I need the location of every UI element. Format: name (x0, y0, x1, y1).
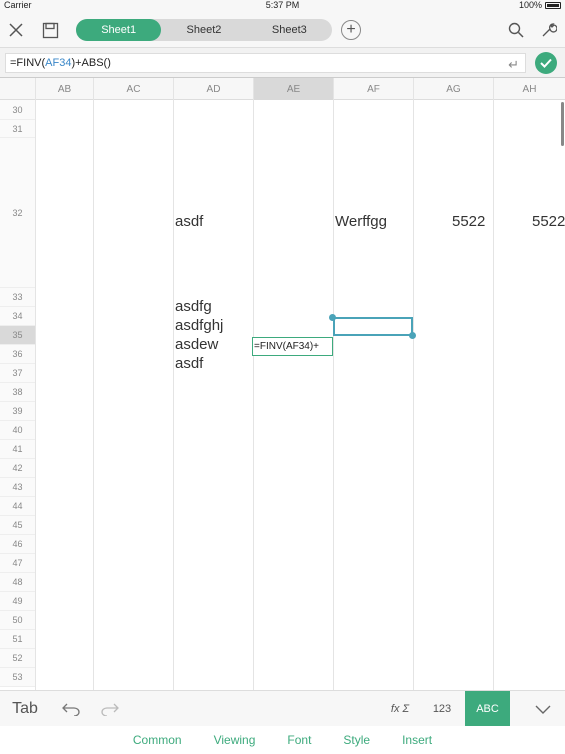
column-header[interactable]: AD (173, 78, 253, 100)
menu-viewing[interactable]: Viewing (214, 733, 256, 747)
cell-af32[interactable]: Werffgg (335, 213, 387, 230)
menu-style[interactable]: Style (343, 733, 370, 747)
cell-ad33[interactable]: asdfg (175, 298, 212, 315)
close-icon[interactable] (4, 18, 28, 42)
spreadsheet-grid[interactable]: asdf Werffgg 5522 5522 asdfg asdfghj asd… (0, 100, 565, 690)
row-header[interactable]: 49 (0, 592, 35, 611)
formula-prefix: =FINV( (10, 57, 46, 69)
tab-key-button[interactable]: Tab (0, 691, 50, 727)
row-header[interactable]: 34 (0, 307, 35, 326)
add-sheet-button[interactable]: + (341, 20, 361, 40)
bottom-menu: Common Viewing Font Style Insert (0, 726, 565, 754)
row-header[interactable]: 50 (0, 611, 35, 630)
column-header[interactable]: AH (493, 78, 565, 100)
cell-ad32[interactable]: asdf (175, 213, 203, 230)
menu-font[interactable]: Font (287, 733, 311, 747)
battery-icon (545, 1, 561, 9)
row-header[interactable]: 36 (0, 345, 35, 364)
cell-ad35[interactable]: asdew (175, 336, 218, 353)
status-bar: Carrier 5:37 PM 100% (0, 0, 565, 12)
tab-sheet2[interactable]: Sheet2 (161, 19, 246, 41)
menu-insert[interactable]: Insert (402, 733, 432, 747)
cell-ad34[interactable]: asdfghj (175, 317, 223, 334)
row-header[interactable]: 48 (0, 573, 35, 592)
row-header[interactable]: 43 (0, 478, 35, 497)
row-header[interactable]: 53 (0, 668, 35, 687)
confirm-button[interactable] (535, 52, 557, 74)
row-header[interactable]: 32 (0, 138, 35, 288)
cell-ae35-editor[interactable]: =FINV(AF34)+ (252, 337, 333, 356)
cell-ah32[interactable]: 5522 (532, 213, 565, 230)
numeric-keyboard-button[interactable]: 123 (424, 691, 460, 727)
row-header[interactable]: 47 (0, 554, 35, 573)
menu-common[interactable]: Common (133, 733, 182, 747)
undo-icon[interactable] (56, 691, 86, 727)
formula-suffix: )+ABS() (71, 57, 111, 69)
selection-range[interactable] (333, 317, 413, 336)
save-icon[interactable] (38, 18, 62, 42)
search-icon[interactable] (504, 18, 528, 42)
row-header[interactable]: 51 (0, 630, 35, 649)
tab-sheet3[interactable]: Sheet3 (247, 19, 332, 41)
enter-icon[interactable]: ↵ (508, 56, 519, 74)
row-header[interactable]: 30 (0, 100, 35, 120)
cell-ad36[interactable]: asdf (175, 355, 203, 372)
column-header[interactable]: AB (35, 78, 93, 100)
battery-percent: 100% (518, 0, 542, 10)
column-header-bar: AB AC AD AE AF AG AH (0, 78, 565, 100)
column-header[interactable]: AF (333, 78, 413, 100)
sheet-tabs: Sheet1 Sheet2 Sheet3 (76, 19, 332, 41)
column-header[interactable]: AC (93, 78, 173, 100)
row-header[interactable]: 52 (0, 649, 35, 668)
formula-bar: =FINV(AF34)+ABS() ↵ (0, 48, 565, 78)
wrench-icon[interactable] (537, 18, 561, 42)
row-header[interactable]: 42 (0, 459, 35, 478)
row-header[interactable]: 38 (0, 383, 35, 402)
formula-input[interactable]: =FINV(AF34)+ABS() ↵ (5, 53, 526, 73)
cell-ag32[interactable]: 5522 (452, 213, 485, 230)
top-toolbar: Sheet1 Sheet2 Sheet3 + (0, 12, 565, 48)
chevron-down-icon[interactable] (525, 691, 560, 727)
row-header[interactable]: 40 (0, 421, 35, 440)
clock: 5:37 PM (265, 0, 300, 10)
row-header[interactable]: 35 (0, 326, 35, 345)
row-header[interactable]: 37 (0, 364, 35, 383)
battery-indicator: 100% (519, 0, 561, 10)
selection-handle-start[interactable] (329, 314, 336, 321)
corner-cell (0, 78, 35, 100)
function-button[interactable]: fx Σ (380, 691, 420, 727)
row-header[interactable]: 45 (0, 516, 35, 535)
row-header[interactable]: 46 (0, 535, 35, 554)
selection-handle-end[interactable] (409, 332, 416, 339)
row-header[interactable]: 33 (0, 288, 35, 307)
row-header[interactable]: 39 (0, 402, 35, 421)
formula-ref: AF34 (45, 57, 72, 69)
redo-icon[interactable] (95, 691, 125, 727)
column-header[interactable]: AE (253, 78, 333, 100)
column-header[interactable]: AG (413, 78, 493, 100)
text-keyboard-button[interactable]: ABC (465, 691, 510, 727)
keyboard-accessory-bar: Tab fx Σ 123 ABC (0, 690, 565, 727)
check-icon (540, 58, 552, 68)
tab-sheet1[interactable]: Sheet1 (76, 19, 162, 41)
row-header[interactable]: 31 (0, 120, 35, 138)
row-header[interactable]: 41 (0, 440, 35, 459)
row-header[interactable]: 44 (0, 497, 35, 516)
vertical-scrollbar[interactable] (561, 102, 564, 146)
